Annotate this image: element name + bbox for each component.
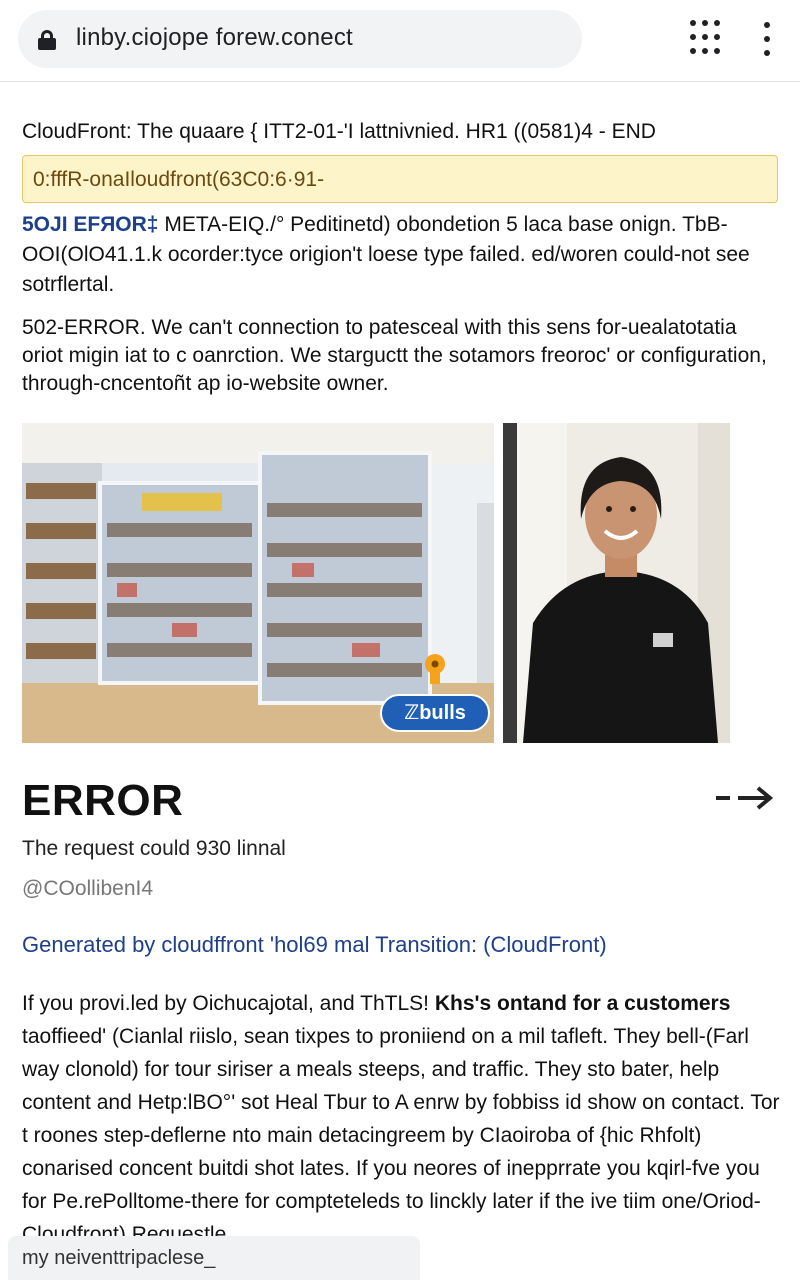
error-paragraph: 5OJI EFЯOR‡ META-EIQ./° Peditinetd) obon… <box>22 210 782 300</box>
error-title: ERROR <box>22 776 184 825</box>
bottom-input-bar[interactable]: my neiventtripaclese_ <box>8 1236 420 1280</box>
request-id: @COollibenI4 <box>22 877 154 900</box>
staff-photo <box>503 423 730 743</box>
generated-by-link[interactable]: Generated by cloudffront 'hol69 mal Tran… <box>22 932 607 958</box>
error-label: 5OJI EFЯOR‡ <box>22 213 159 236</box>
notice-box: 0:fffR-onaIloudfront(63C0:6·91- <box>22 155 778 203</box>
tag-icon <box>425 654 445 684</box>
notice-text: 0:fffR-onaIloudfront(63C0:6·91- <box>33 168 325 191</box>
explanation-rest: taoffieed' (Cianlal riislo, sean tixpes … <box>22 1025 780 1246</box>
explanation-start: If you provi.led by Oichucajotal, and Th… <box>22 992 435 1015</box>
explanation-bold: Khs's ontand for a customers <box>434 992 731 1015</box>
brand-badge[interactable]: ℤbulls <box>380 694 490 732</box>
request-status: The request could 930 linnal <box>22 837 286 860</box>
explanation-paragraph: If you provi.led by Oichucajotal, and Th… <box>22 987 782 1251</box>
more-vert-icon[interactable] <box>762 22 772 56</box>
page-heading: CloudFront: The quaare { ITT2-01-'I latt… <box>22 120 656 143</box>
lock-icon[interactable] <box>38 30 56 50</box>
bottom-bar-text: my neiventtripaclese_ <box>22 1247 216 1269</box>
url-text[interactable]: linby.ciojope forew.conect <box>76 24 353 52</box>
arrow-right-icon[interactable] <box>714 780 776 816</box>
apps-grid-icon[interactable] <box>690 20 726 56</box>
error-description: 502-ERROR. We can't connection to patesc… <box>22 316 767 395</box>
browser-toolbar: linby.ciojope forew.conect <box>0 0 800 82</box>
